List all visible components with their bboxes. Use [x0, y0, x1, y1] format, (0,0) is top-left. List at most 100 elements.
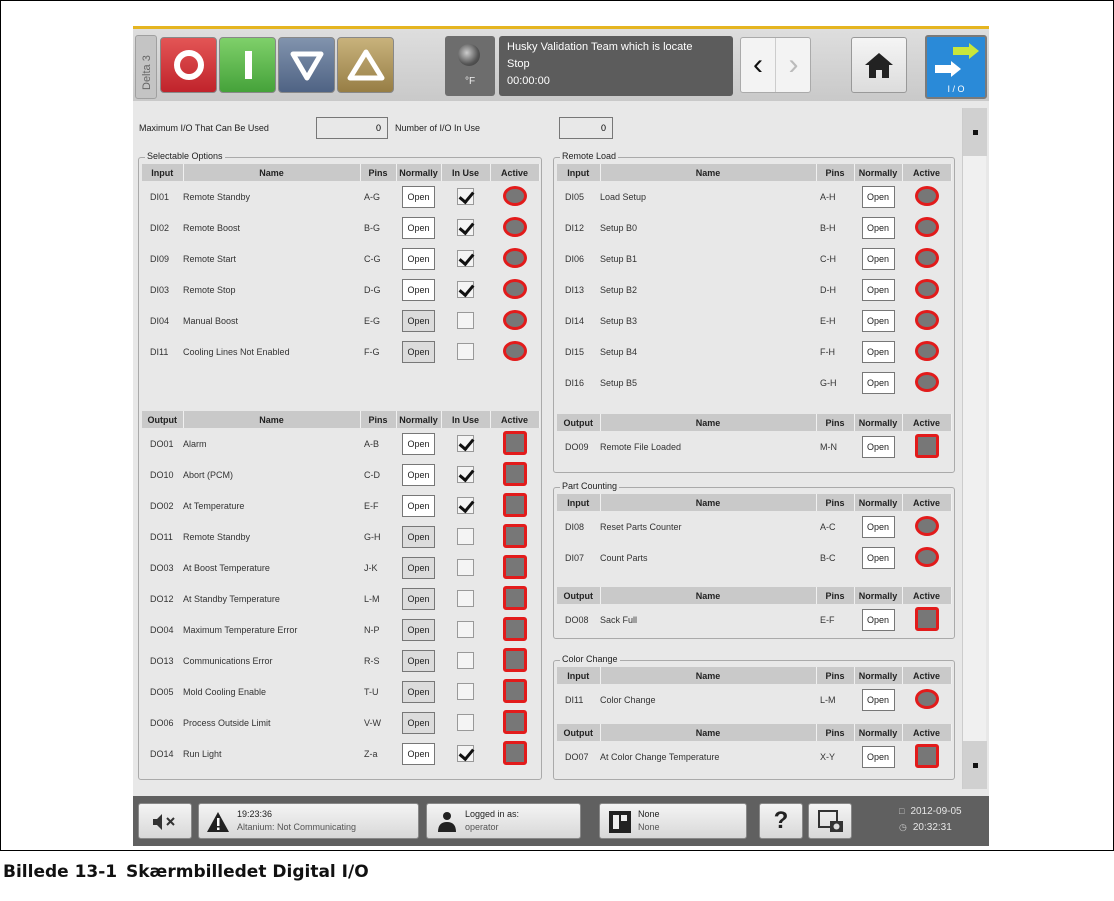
io-button[interactable]: I / O	[925, 35, 987, 99]
mold-button[interactable]: None None	[599, 803, 747, 839]
normally-button[interactable]: Open	[861, 515, 895, 538]
normally-button[interactable]: Open	[402, 309, 435, 332]
in-use-checkbox[interactable]	[457, 312, 474, 329]
in-use-checkbox[interactable]	[457, 435, 474, 452]
in-use-checkbox[interactable]	[457, 219, 474, 236]
column-header: Active	[902, 587, 952, 604]
io-name: Sack Full	[600, 614, 638, 625]
max-io-field[interactable]: 0	[316, 117, 388, 139]
normally-button[interactable]: Open	[861, 340, 895, 363]
back-button[interactable]: ‹	[741, 38, 776, 92]
login-button[interactable]: Logged in as: operator	[426, 803, 581, 839]
in-use-cell	[441, 707, 490, 738]
normally-button[interactable]: Open	[861, 216, 895, 239]
normally-button[interactable]: Open	[861, 745, 895, 768]
table-row: DO11 Remote Standby G-H Open	[142, 521, 539, 552]
in-use-checkbox[interactable]	[457, 497, 474, 514]
normally-cell: Open	[854, 604, 902, 635]
table-header-row: Input Name Pins Normally Active	[557, 164, 952, 181]
help-button[interactable]: ?	[759, 803, 803, 839]
normally-button[interactable]: Open	[402, 525, 435, 548]
in-use-checkbox[interactable]	[457, 621, 474, 638]
scroll-down-button[interactable]	[963, 741, 987, 789]
normally-button[interactable]: Open	[861, 371, 895, 394]
input-status-indicator	[502, 340, 527, 361]
in-use-checkbox[interactable]	[457, 683, 474, 700]
boost-button[interactable]	[337, 37, 394, 93]
screenshot-button[interactable]	[808, 803, 852, 839]
io-pins: B-G	[364, 222, 381, 233]
normally-button[interactable]: Open	[402, 216, 435, 239]
normally-button[interactable]: Open	[402, 247, 435, 270]
normally-button[interactable]: Open	[402, 278, 435, 301]
in-use-checkbox[interactable]	[457, 745, 474, 762]
active-cell	[490, 707, 539, 738]
normally-button[interactable]: Open	[402, 185, 435, 208]
temperature-unit-label: °F	[465, 76, 476, 87]
input-status-indicator	[914, 185, 939, 206]
normally-button[interactable]: Open	[861, 309, 895, 332]
normally-button[interactable]: Open	[402, 618, 435, 641]
in-use-checkbox[interactable]	[457, 343, 474, 360]
status-panel[interactable]: Husky Validation Team which is locate St…	[499, 36, 733, 96]
mute-button[interactable]	[138, 803, 192, 839]
setback-button[interactable]	[278, 37, 335, 93]
normally-button[interactable]: Open	[861, 278, 895, 301]
io-pins: A-C	[820, 521, 836, 532]
column-header: Pins	[816, 587, 855, 604]
in-use-checkbox[interactable]	[457, 590, 474, 607]
normally-button[interactable]: Open	[402, 340, 435, 363]
normally-cell: Open	[396, 181, 441, 212]
in-use-checkbox[interactable]	[457, 714, 474, 731]
io-name: Remote Stop	[183, 284, 236, 295]
vertical-scrollbar[interactable]	[962, 108, 987, 789]
in-use-cell	[441, 521, 490, 552]
in-use-checkbox[interactable]	[457, 188, 474, 205]
normally-button[interactable]: Open	[861, 435, 895, 458]
normally-button[interactable]: Open	[861, 546, 895, 569]
column-header: Output	[557, 414, 601, 431]
in-use-checkbox[interactable]	[457, 652, 474, 669]
normally-button[interactable]: Open	[402, 649, 435, 672]
normally-button[interactable]: Open	[861, 185, 895, 208]
normally-button[interactable]: Open	[861, 688, 895, 711]
active-cell	[490, 459, 539, 490]
normally-button[interactable]: Open	[402, 680, 435, 703]
io-name: Count Parts	[600, 552, 648, 563]
io-in-use-field: 0	[559, 117, 613, 139]
normally-button[interactable]: Open	[402, 587, 435, 610]
io-pins: R-S	[364, 655, 380, 666]
power-off-button[interactable]	[160, 37, 217, 93]
in-use-checkbox[interactable]	[457, 281, 474, 298]
input-status-indicator	[914, 247, 939, 268]
alarm-panel[interactable]: 19:23:36 Altanium: Not Communicating	[198, 803, 419, 839]
input-status-indicator	[914, 216, 939, 237]
power-on-button[interactable]	[219, 37, 276, 93]
input-status-indicator	[914, 340, 939, 361]
io-code: DO03	[150, 562, 174, 573]
in-use-checkbox[interactable]	[457, 528, 474, 545]
scroll-up-button[interactable]	[963, 108, 987, 156]
io-name: Cooling Lines Not Enabled	[183, 346, 290, 357]
in-use-checkbox[interactable]	[457, 466, 474, 483]
active-cell	[902, 305, 951, 336]
normally-button[interactable]: Open	[402, 556, 435, 579]
io-pins: E-F	[820, 614, 835, 625]
normally-button[interactable]: Open	[402, 432, 435, 455]
normally-button[interactable]: Open	[861, 247, 895, 270]
normally-button[interactable]: Open	[861, 608, 895, 631]
forward-button[interactable]: ›	[776, 38, 811, 92]
normally-button[interactable]: Open	[402, 494, 435, 517]
input-status-indicator	[502, 278, 527, 299]
normally-cell: Open	[396, 428, 441, 459]
table-row: DI03 Remote Stop D-G Open	[142, 274, 539, 305]
normally-button[interactable]: Open	[402, 742, 435, 765]
in-use-checkbox[interactable]	[457, 250, 474, 267]
in-use-checkbox[interactable]	[457, 559, 474, 576]
delta-tab[interactable]: Delta 3	[135, 35, 157, 99]
temperature-unit-indicator[interactable]: °F	[445, 36, 495, 96]
column-header: Pins	[816, 724, 855, 741]
normally-button[interactable]: Open	[402, 463, 435, 486]
home-button[interactable]	[851, 37, 907, 93]
normally-button[interactable]: Open	[402, 711, 435, 734]
